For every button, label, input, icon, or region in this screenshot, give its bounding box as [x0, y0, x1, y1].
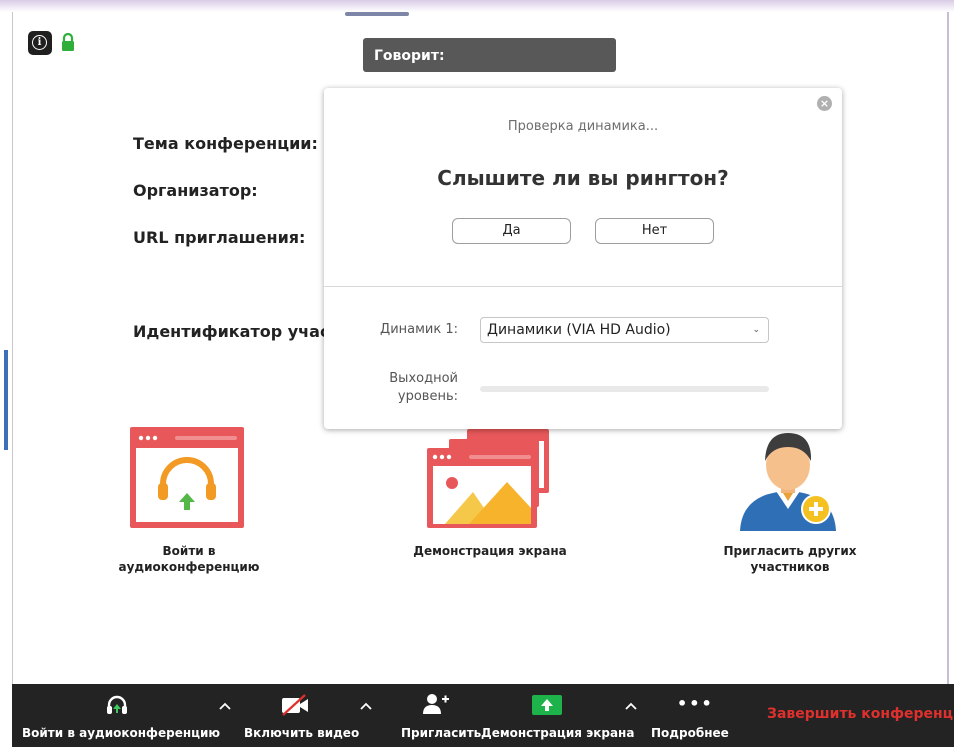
output-level-label: Выходной уровень: — [389, 371, 458, 404]
headphones-icon[interactable] — [105, 694, 129, 716]
speaker-test-question: Слышите ли вы рингтон? — [437, 166, 729, 190]
end-meeting-button[interactable]: Завершить конференцию — [767, 706, 954, 722]
share-options-caret-icon[interactable] — [624, 700, 638, 714]
info-glyph: i — [32, 35, 47, 50]
more-button[interactable]: Подробнее — [651, 726, 729, 740]
invite-others-tile-label[interactable]: Пригласить других участников — [705, 543, 875, 575]
output-level-meter — [480, 386, 769, 392]
window-left-border — [12, 12, 13, 684]
close-icon[interactable]: × — [817, 96, 832, 111]
active-speaker-banner: Говорит: — [363, 38, 616, 72]
join-audio-tile-text: Войти в аудиоконференцию — [118, 544, 260, 574]
speaker-select[interactable]: Динамики (VIA HD Audio) ⌄ — [480, 317, 769, 343]
more-dots-icon[interactable]: ••• — [677, 694, 714, 713]
invite-others-tile-text: Пригласить других участников — [723, 544, 857, 574]
invite-button[interactable]: Пригласить — [401, 726, 481, 740]
meeting-host-label: Организатор: — [133, 181, 258, 200]
chevron-down-icon: ⌄ — [752, 325, 760, 335]
share-screen-tile-icon[interactable] — [425, 428, 553, 530]
join-audio-tile-label[interactable]: Войти в аудиоконференцию — [107, 543, 271, 575]
meeting-toolbar: Войти в аудиоконференцию Включить видео … — [12, 684, 954, 747]
video-options-caret-icon[interactable] — [359, 700, 373, 714]
invite-others-tile-icon[interactable] — [738, 427, 838, 537]
invite-url-label: URL приглашения: — [133, 228, 306, 247]
speaker-select-label: Динамик 1: — [380, 322, 458, 337]
meeting-topic-label: Тема конференции: — [133, 134, 318, 153]
meeting-info-icon[interactable]: i — [28, 31, 52, 55]
speaker-test-status: Проверка динамика... — [507, 119, 659, 134]
share-screen-button[interactable]: Демонстрация экрана — [481, 726, 634, 740]
window-title-tab[interactable] — [345, 12, 409, 16]
window-right-border — [947, 12, 949, 747]
add-user-icon[interactable] — [422, 693, 450, 715]
share-screen-tile-label[interactable]: Демонстрация экрана — [405, 543, 575, 559]
no-button[interactable]: Нет — [595, 218, 714, 244]
dialog-divider — [324, 286, 842, 287]
start-video-button[interactable]: Включить видео — [244, 726, 359, 740]
join-audio-tile-icon[interactable] — [129, 426, 245, 530]
join-audio-button[interactable]: Войти в аудиоконференцию — [22, 726, 220, 740]
share-screen-icon[interactable] — [532, 695, 562, 715]
video-off-icon[interactable] — [280, 694, 310, 716]
yes-button[interactable]: Да — [452, 218, 571, 244]
lock-icon[interactable] — [60, 32, 76, 52]
audio-options-caret-icon[interactable] — [218, 700, 232, 714]
speaker-select-value: Динамики (VIA HD Audio) — [487, 322, 671, 338]
window-top-border — [0, 0, 954, 12]
background-window-edge — [4, 350, 8, 450]
share-screen-tile-text: Демонстрация экрана — [413, 544, 567, 558]
speaker-test-dialog: × Проверка динамика... Слышите ли вы рин… — [324, 88, 842, 429]
active-speaker-label: Говорит: — [374, 48, 445, 64]
